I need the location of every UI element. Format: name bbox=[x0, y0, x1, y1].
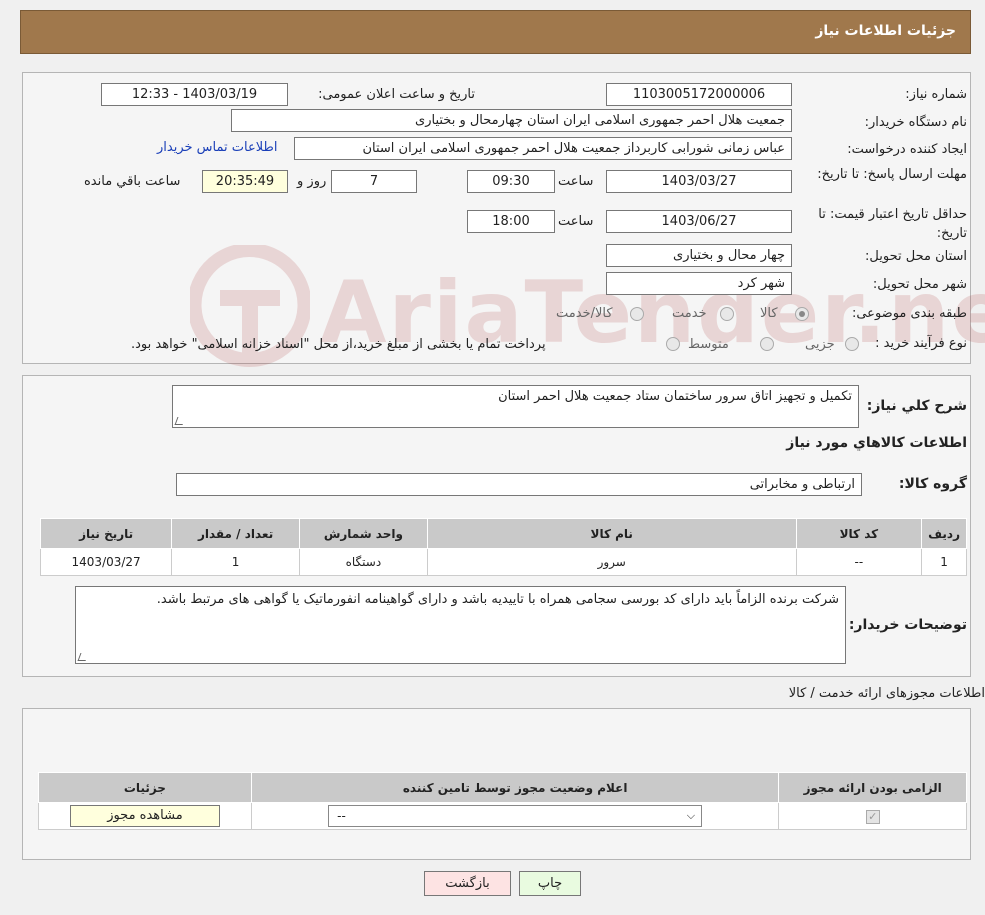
col-code: کد کالا bbox=[795, 518, 923, 549]
permit-status-value: -- bbox=[337, 809, 346, 823]
page-title: جزئیات اطلاعات نیاز bbox=[815, 23, 956, 39]
category-option-goods-service: کالا/خدمت bbox=[556, 306, 613, 321]
city-label: شهر محل تحویل: bbox=[872, 277, 967, 292]
goods-table: رديف کد کالا نام کالا واحد شمارش تعداد /… bbox=[39, 518, 967, 576]
buyer-field: جمعیت هلال احمر جمهوری اسلامی ایران استا… bbox=[231, 109, 792, 132]
province-field: چهار محال و بختیاری bbox=[606, 244, 792, 267]
buyer-notes-textarea: شرکت برنده الزاماً باید دارای کد بورسی س… bbox=[75, 586, 846, 664]
province-label: استان محل تحویل: bbox=[865, 249, 967, 264]
description-label: شرح کلي نياز: bbox=[866, 398, 967, 414]
col-row: رديف bbox=[921, 518, 967, 549]
table-row: ✓ -- ⌵ مشاهده مجوز bbox=[38, 802, 967, 830]
resize-grip-icon[interactable] bbox=[77, 653, 89, 661]
permits-table-header: الزامی بودن ارائه مجوز اعلام وضعیت مجوز … bbox=[38, 772, 967, 803]
category-label: طبقه بندی موضوعی: bbox=[851, 306, 967, 321]
need-number-field: 1103005172000006 bbox=[606, 83, 792, 106]
process-option-medium: متوسط bbox=[688, 337, 729, 352]
announce-field: 1403/03/19 - 12:33 bbox=[101, 83, 288, 106]
announce-label: تاریخ و ساعت اعلان عمومی: bbox=[318, 87, 475, 102]
deadline-label: مهلت ارسال پاسخ: تا تاریخ: bbox=[817, 167, 967, 182]
col-permit-status: اعلام وضعیت مجوز توسط تامین کننده bbox=[250, 772, 780, 803]
chevron-down-icon: ⌵ bbox=[686, 809, 696, 822]
view-permit-button[interactable]: مشاهده مجوز bbox=[69, 805, 220, 827]
process-radio-medium[interactable] bbox=[760, 337, 774, 351]
print-button[interactable]: چاپ bbox=[519, 871, 581, 896]
deadline-date-field: 1403/03/27 bbox=[606, 170, 792, 193]
process-option-minor: جزیی bbox=[805, 337, 835, 352]
col-unit: واحد شمارش bbox=[298, 518, 428, 549]
col-name: نام کالا bbox=[426, 518, 797, 549]
days-label: روز و bbox=[297, 174, 327, 189]
goods-group-field: ارتباطی و مخابراتی bbox=[176, 473, 862, 496]
description-text: تکمیل و تجهیز اتاق سرور ساختمان ستاد جمع… bbox=[498, 389, 852, 404]
permit-required-cell: ✓ bbox=[778, 802, 967, 830]
resize-grip-icon[interactable] bbox=[174, 417, 186, 425]
validity-time-label: ساعت bbox=[558, 214, 594, 229]
buyer-label: نام دستگاه خریدار: bbox=[864, 115, 967, 130]
back-button[interactable]: بازگشت bbox=[424, 871, 511, 896]
buyer-notes-text: شرکت برنده الزاماً باید دارای کد بورسی س… bbox=[156, 592, 839, 607]
goods-group-label: گروه کالا: bbox=[898, 476, 967, 492]
deadline-time-field: 09:30 bbox=[467, 170, 555, 193]
treasury-checkbox[interactable] bbox=[666, 337, 680, 351]
category-option-goods: کالا bbox=[760, 306, 778, 321]
goods-table-header: رديف کد کالا نام کالا واحد شمارش تعداد /… bbox=[39, 518, 967, 549]
col-permit-details: جزئیات bbox=[38, 772, 252, 803]
description-textarea: تکمیل و تجهیز اتاق سرور ساختمان ستاد جمع… bbox=[172, 385, 859, 428]
deadline-time-label: ساعت bbox=[558, 174, 594, 189]
validity-date-field: 1403/06/27 bbox=[606, 210, 792, 233]
validity-label: حداقل تاریخ اعتبار قیمت: تا تاریخ: bbox=[818, 207, 967, 241]
category-option-service: خدمت bbox=[672, 306, 707, 321]
permit-details-cell: مشاهده مجوز bbox=[38, 802, 252, 830]
cell-unit: دستگاه bbox=[298, 548, 428, 576]
required-checkbox[interactable]: ✓ bbox=[865, 809, 880, 824]
permits-title: اطلاعات مجوزهای ارائه خدمت / کالا bbox=[788, 686, 985, 701]
validity-time-field: 18:00 bbox=[467, 210, 555, 233]
process-note: پرداخت تمام یا بخشی از مبلغ خرید،از محل … bbox=[131, 337, 546, 352]
cell-row: 1 bbox=[921, 548, 967, 576]
remaining-time-field: 20:35:49 bbox=[202, 170, 288, 193]
permits-table: الزامی بودن ارائه مجوز اعلام وضعیت مجوز … bbox=[38, 772, 967, 830]
watermark-logo-icon bbox=[190, 245, 310, 367]
process-radio-minor[interactable] bbox=[845, 337, 859, 351]
category-radio-goods[interactable] bbox=[795, 307, 809, 321]
city-field: شهر کرد bbox=[606, 272, 792, 295]
col-qty: تعداد / مقدار bbox=[171, 518, 300, 549]
cell-qty: 1 bbox=[171, 548, 300, 576]
cell-code: -- bbox=[795, 548, 923, 576]
need-number-label: شماره نیاز: bbox=[905, 87, 967, 102]
creator-label: ایجاد کننده درخواست: bbox=[847, 142, 967, 157]
page-header: جزئیات اطلاعات نیاز bbox=[20, 10, 971, 54]
table-row: 1 -- سرور دستگاه 1 1403/03/27 bbox=[39, 548, 967, 576]
category-radio-service[interactable] bbox=[720, 307, 734, 321]
cell-date: 1403/03/27 bbox=[39, 548, 173, 576]
process-label: نوع فرآیند خرید : bbox=[875, 336, 967, 351]
col-date: تاريخ نياز bbox=[39, 518, 173, 549]
cell-name: سرور bbox=[426, 548, 797, 576]
buyer-notes-label: توضیحات خریدار: bbox=[848, 617, 967, 633]
creator-field: عباس زمانی شورابی کاربرداز جمعیت هلال اح… bbox=[294, 137, 792, 160]
days-field: 7 bbox=[331, 170, 417, 193]
col-permit-required: الزامی بودن ارائه مجوز bbox=[778, 772, 967, 803]
buyer-contact-link[interactable]: اطلاعات تماس خریدار bbox=[157, 140, 277, 155]
goods-info-title: اطلاعات کالاهاي مورد نياز bbox=[786, 435, 967, 451]
permit-status-cell: -- ⌵ bbox=[250, 802, 780, 830]
category-radio-goods-service[interactable] bbox=[630, 307, 644, 321]
remaining-label: ساعت باقي مانده bbox=[84, 174, 181, 189]
permit-status-select[interactable]: -- ⌵ bbox=[328, 805, 703, 827]
